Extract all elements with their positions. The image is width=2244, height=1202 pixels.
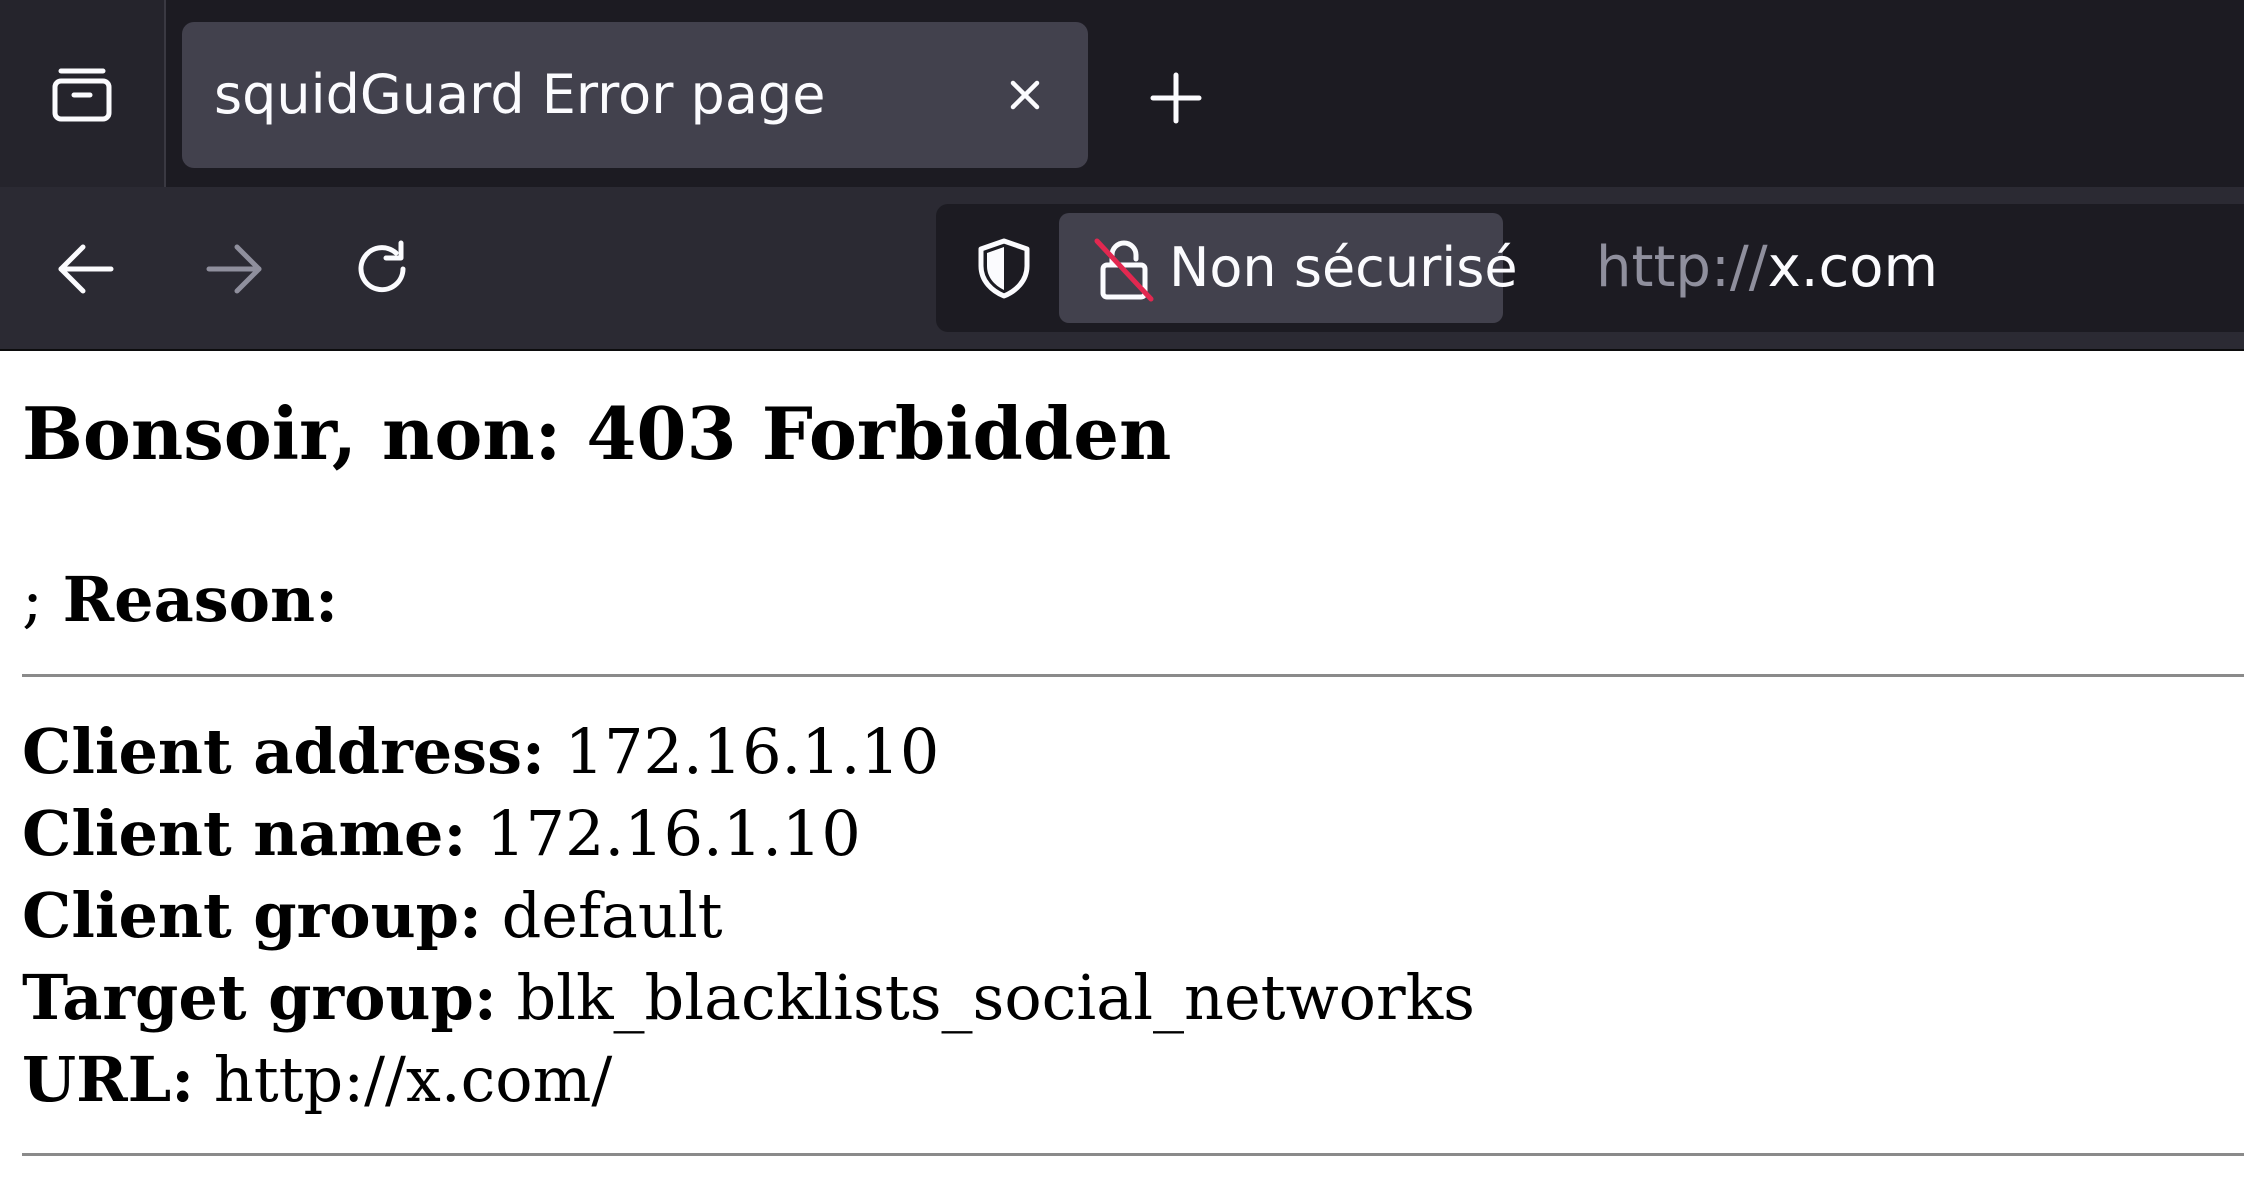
info-label: Target group: <box>22 961 497 1034</box>
insecure-lock-icon <box>1094 238 1154 302</box>
tab-title: squidGuard Error page <box>214 63 826 126</box>
target-group-row: Target group: blk_blacklists_social_netw… <box>22 957 1475 1039</box>
page-title: Bonsoir, non: 403 Forbidden <box>22 391 1172 476</box>
info-label: Client group: <box>22 879 482 952</box>
tab-overview-icon <box>52 68 112 121</box>
client-group-row: Client group: default <box>22 875 1475 957</box>
forward-arrow-icon <box>206 244 262 294</box>
shield-icon <box>978 238 1030 299</box>
info-value: 172.16.1.10 <box>564 715 940 788</box>
active-tab[interactable]: squidGuard Error page <box>182 22 1088 168</box>
client-name-row: Client name: 172.16.1.10 <box>22 793 1475 875</box>
info-label: URL: <box>22 1043 195 1116</box>
page-content: Bonsoir, non: 403 Forbidden ; Reason: Cl… <box>0 351 2244 1202</box>
info-value: http://x.com/ <box>213 1043 613 1116</box>
info-value: default <box>501 879 723 952</box>
url-row: URL: http://x.com/ <box>22 1039 1475 1121</box>
info-value: 172.16.1.10 <box>486 797 861 870</box>
back-arrow-icon <box>58 244 114 294</box>
forward-button[interactable] <box>188 223 280 315</box>
client-address-row: Client address: 172.16.1.10 <box>22 711 1475 793</box>
reason-line: ; Reason: <box>22 563 338 636</box>
security-label: Non sécurisé <box>1169 236 1518 299</box>
close-icon <box>1010 80 1040 110</box>
tab-overview-button[interactable] <box>0 0 166 187</box>
info-value: blk_blacklists_social_networks <box>516 961 1475 1034</box>
url-host: x.com <box>1767 235 1939 300</box>
reload-icon <box>358 240 406 293</box>
plus-icon <box>1150 72 1202 124</box>
client-info: Client address: 172.16.1.10 Client name:… <box>22 711 1475 1121</box>
tab-close-button[interactable] <box>990 60 1060 130</box>
address-bar[interactable]: Non sécurisé http://x.com <box>936 204 2244 332</box>
reason-label: Reason: <box>62 563 338 636</box>
site-security-button[interactable]: Non sécurisé <box>1059 213 1518 323</box>
tracking-protection-button[interactable] <box>964 228 1044 308</box>
url-scheme: http:// <box>1596 235 1768 300</box>
navigation-bar: Non sécurisé http://x.com <box>0 187 2244 351</box>
tab-bar: squidGuard Error page <box>0 0 2244 187</box>
reason-prefix: ; <box>22 563 43 636</box>
new-tab-button[interactable] <box>1140 62 1212 134</box>
info-label: Client name: <box>22 797 467 870</box>
divider-top <box>22 674 2244 677</box>
info-label: Client address: <box>22 715 545 788</box>
back-button[interactable] <box>40 223 132 315</box>
divider-bottom <box>22 1153 2244 1156</box>
reload-button[interactable] <box>336 223 428 315</box>
url-text[interactable]: http://x.com <box>1596 204 1938 332</box>
